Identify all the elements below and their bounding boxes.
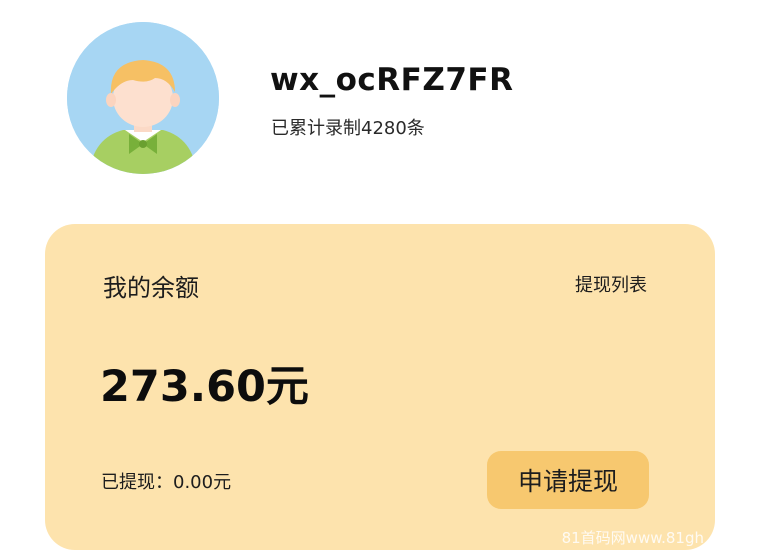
balance-amount: 273.60元 <box>100 362 309 412</box>
withdrawn-amount: 已提现：0.00元 <box>101 472 232 493</box>
username: wx_ocRFZ7FR <box>270 62 514 98</box>
record-count: 已累计录制4280条 <box>271 118 425 139</box>
balance-card: 我的余额 提现列表 273.60元 已提现：0.00元 申请提现 <box>45 224 715 550</box>
profile-page: wx_ocRFZ7FR 已累计录制4280条 我的余额 提现列表 273.60元… <box>0 0 760 556</box>
boy-avatar-icon <box>67 22 219 174</box>
avatar <box>67 22 219 174</box>
watermark: 81首码网www.81gh <box>561 529 704 547</box>
balance-title: 我的余额 <box>103 274 199 302</box>
withdraw-list-link[interactable]: 提现列表 <box>575 271 647 297</box>
apply-withdraw-button[interactable]: 申请提现 <box>487 451 649 509</box>
